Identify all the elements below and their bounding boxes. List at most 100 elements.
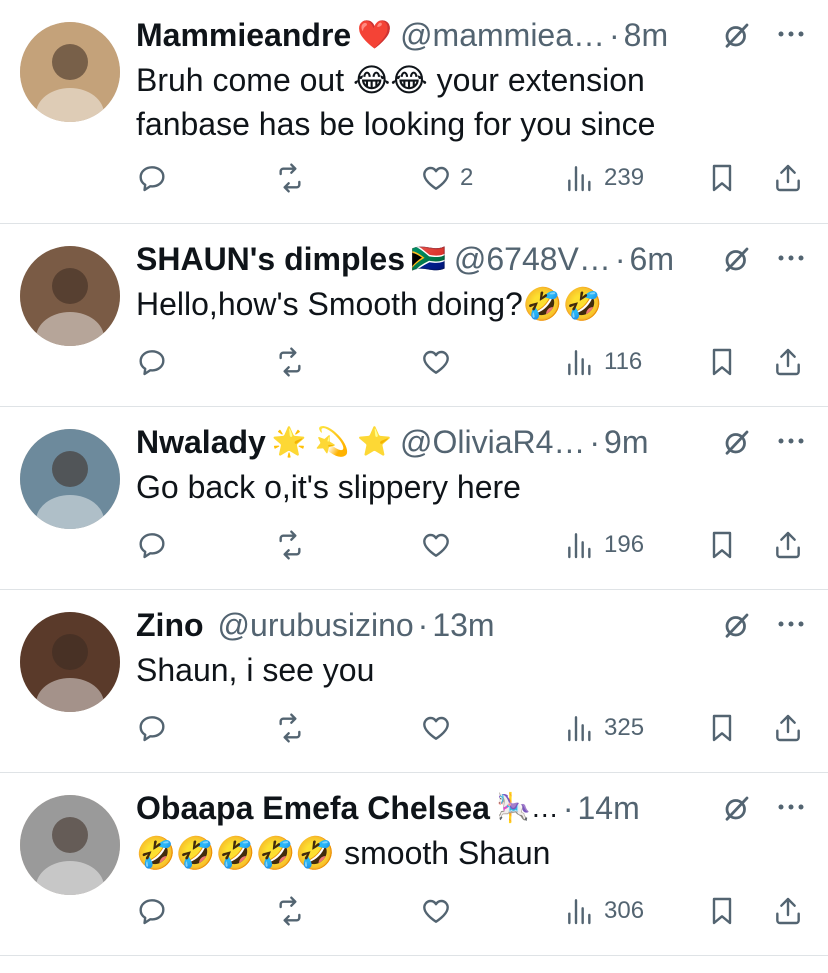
reply-button[interactable] [136, 342, 168, 382]
display-name[interactable]: SHAUN's dimples [136, 238, 405, 280]
reply-icon [139, 350, 165, 376]
reply-feed: Mammieandre ❤️ @mammiea… · 8m Bruh come … [0, 0, 828, 956]
avatar[interactable] [20, 612, 120, 712]
bookmark-button[interactable] [706, 158, 738, 198]
share-button[interactable] [772, 525, 804, 565]
separator-dot: · [417, 607, 429, 643]
action-bar: 306 [136, 891, 808, 931]
reply-icon [139, 716, 165, 742]
like-button[interactable] [420, 342, 460, 382]
reply-text: Shaun, i see you [136, 652, 375, 688]
action-bar: 196 [136, 525, 808, 565]
views-count: 239 [604, 164, 645, 191]
bookmark-button[interactable] [706, 708, 738, 748]
share-button[interactable] [772, 342, 804, 382]
views-icon [568, 166, 591, 192]
views-button[interactable]: 116 [564, 342, 642, 382]
share-icon [776, 348, 800, 376]
reply-header: SHAUN's dimples 🇿🇦 @6748V… · 6m [136, 238, 728, 280]
more-icon[interactable] [776, 612, 806, 636]
retweet-button[interactable] [274, 525, 306, 565]
grok-icon[interactable] [722, 793, 752, 823]
views-count: 306 [604, 897, 645, 924]
separator-dot: · [589, 424, 601, 460]
reply-icon [139, 533, 165, 559]
views-button[interactable]: 306 [564, 891, 644, 931]
timestamp[interactable]: 6m [630, 238, 674, 280]
views-icon [568, 716, 591, 742]
bookmark-button[interactable] [706, 891, 738, 931]
like-button[interactable] [420, 708, 460, 748]
like-button[interactable]: 2 [420, 158, 473, 198]
views-button[interactable]: 325 [564, 708, 644, 748]
more-icon[interactable] [776, 22, 806, 46]
like-icon [423, 166, 449, 190]
reply-button[interactable] [136, 158, 168, 198]
like-button[interactable] [420, 891, 460, 931]
avatar-image [20, 612, 120, 712]
reply-item[interactable]: Obaapa Emefa Chelsea 🎠… · 14m 🤣🤣🤣🤣🤣 smoo… [0, 773, 828, 956]
reply-item[interactable]: Zino @urubusizino · 13m Shaun, i see you [0, 590, 828, 773]
like-icon [423, 533, 449, 557]
timestamp[interactable]: 14m [577, 787, 639, 829]
bookmark-button[interactable] [706, 342, 738, 382]
bookmark-icon [712, 164, 732, 192]
reply-text: Hello,how's Smooth doing?🤣🤣 [136, 286, 603, 322]
grok-icon[interactable] [722, 244, 752, 274]
display-name[interactable]: Obaapa Emefa Chelsea [136, 787, 490, 829]
views-button[interactable]: 196 [564, 525, 644, 565]
views-icon [568, 350, 591, 376]
timestamp[interactable]: 9m [604, 421, 648, 463]
reply-text: Go back o,it's slippery here [136, 469, 521, 505]
avatar[interactable] [20, 22, 120, 122]
like-button[interactable] [420, 525, 460, 565]
grok-icon[interactable] [722, 610, 752, 640]
user-handle[interactable]: @urubusizino [218, 604, 414, 646]
user-handle[interactable]: @6748V… [454, 238, 611, 280]
avatar-image [20, 795, 120, 895]
reply-icon [139, 166, 165, 192]
reply-item[interactable]: Mammieandre ❤️ @mammiea… · 8m Bruh come … [0, 0, 828, 224]
action-bar: 116 [136, 342, 808, 382]
share-button[interactable] [772, 708, 804, 748]
retweet-button[interactable] [274, 708, 306, 748]
display-name[interactable]: Zino [136, 604, 204, 646]
user-handle[interactable]: @OliviaR4… [400, 421, 585, 463]
display-name[interactable]: Mammieandre [136, 14, 351, 56]
more-icon[interactable] [776, 246, 806, 270]
like-icon [423, 716, 449, 740]
bookmark-button[interactable] [706, 525, 738, 565]
timestamp[interactable]: 13m [432, 604, 494, 646]
retweet-icon [279, 530, 301, 560]
timestamp[interactable]: 8m [624, 14, 668, 56]
views-icon [568, 899, 591, 925]
avatar[interactable] [20, 795, 120, 895]
reply-text: 🤣🤣🤣🤣🤣 smooth Shaun [136, 835, 551, 871]
retweet-button[interactable] [274, 891, 306, 931]
reply-text: Bruh come out 😂😂 your extension fanbase … [136, 62, 656, 142]
share-button[interactable] [772, 891, 804, 931]
more-icon[interactable] [776, 429, 806, 453]
views-button[interactable]: 239 [564, 158, 644, 198]
reply-item[interactable]: SHAUN's dimples 🇿🇦 @6748V… · 6m Hello,ho… [0, 224, 828, 407]
grok-icon[interactable] [722, 427, 752, 457]
display-name[interactable]: Nwalady [136, 421, 266, 463]
reply-header: Nwalady 🌟 💫 ⭐ @OliviaR4… · 9m [136, 421, 728, 463]
avatar[interactable] [20, 429, 120, 529]
retweet-button[interactable] [274, 158, 306, 198]
reply-button[interactable] [136, 708, 168, 748]
reply-button[interactable] [136, 891, 168, 931]
name-emoji: 🇿🇦 [411, 243, 446, 274]
avatar[interactable] [20, 246, 120, 346]
reply-item[interactable]: Nwalady 🌟 💫 ⭐ @OliviaR4… · 9m Go back o,… [0, 407, 828, 590]
user-handle[interactable]: @mammiea… [400, 14, 605, 56]
grok-icon[interactable] [722, 20, 752, 50]
bookmark-icon [712, 348, 732, 376]
share-icon [776, 531, 800, 559]
reply-button[interactable] [136, 525, 168, 565]
share-button[interactable] [772, 158, 804, 198]
retweet-button[interactable] [274, 342, 306, 382]
name-emoji: 🌟 💫 ⭐ [271, 426, 392, 457]
separator-dot: · [562, 790, 574, 826]
more-icon[interactable] [776, 795, 806, 819]
